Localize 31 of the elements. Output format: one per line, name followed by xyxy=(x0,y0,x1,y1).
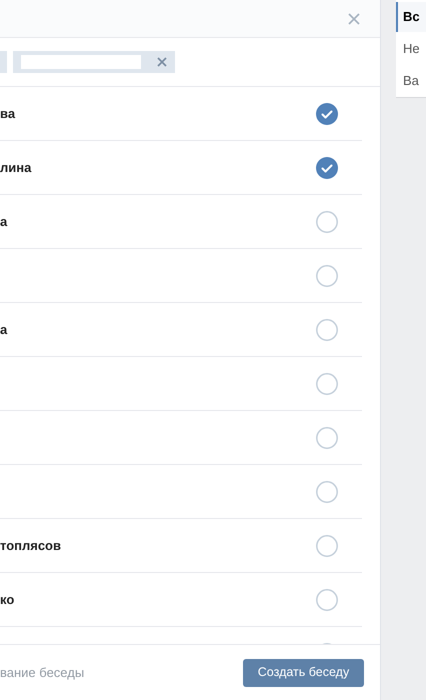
empty-circle-icon[interactable] xyxy=(316,480,338,502)
friend-name: топлясов xyxy=(0,536,61,555)
recipient-chip[interactable] xyxy=(13,51,175,73)
checked-circle-icon[interactable] xyxy=(316,102,338,124)
empty-circle-icon[interactable] xyxy=(316,372,338,394)
menu-item[interactable]: Ва xyxy=(396,65,426,96)
menu-item[interactable]: Не xyxy=(396,34,426,64)
friend-row[interactable]: а xyxy=(0,303,362,357)
chat-name-field[interactable]: вание беседы xyxy=(0,662,200,682)
friend-row[interactable]: а xyxy=(0,195,362,249)
friend-row[interactable]: ко xyxy=(0,573,362,627)
empty-circle-icon[interactable] xyxy=(316,588,338,610)
friend-row[interactable]: лина xyxy=(0,141,362,195)
remove-icon[interactable] xyxy=(157,57,167,67)
empty-circle-icon[interactable] xyxy=(316,318,338,340)
friend-name: ко xyxy=(0,590,14,609)
checked-circle-icon[interactable] xyxy=(316,156,338,178)
create-chat-button[interactable]: Создать беседу xyxy=(243,658,364,686)
empty-circle-icon[interactable] xyxy=(316,534,338,556)
empty-circle-icon[interactable] xyxy=(316,426,338,448)
menu-item[interactable]: Вс xyxy=(396,2,426,32)
friend-name: лина xyxy=(0,158,32,177)
empty-circle-icon[interactable] xyxy=(316,264,338,286)
empty-circle-icon[interactable] xyxy=(316,210,338,232)
close-icon[interactable] xyxy=(348,12,360,24)
friend-name: а xyxy=(0,212,8,231)
friend-name: ва xyxy=(0,104,16,123)
recipient-chip[interactable] xyxy=(0,51,7,73)
friend-row[interactable]: топлясов xyxy=(0,519,362,573)
friend-row[interactable]: ва xyxy=(0,87,362,141)
friend-name: а xyxy=(0,320,8,339)
